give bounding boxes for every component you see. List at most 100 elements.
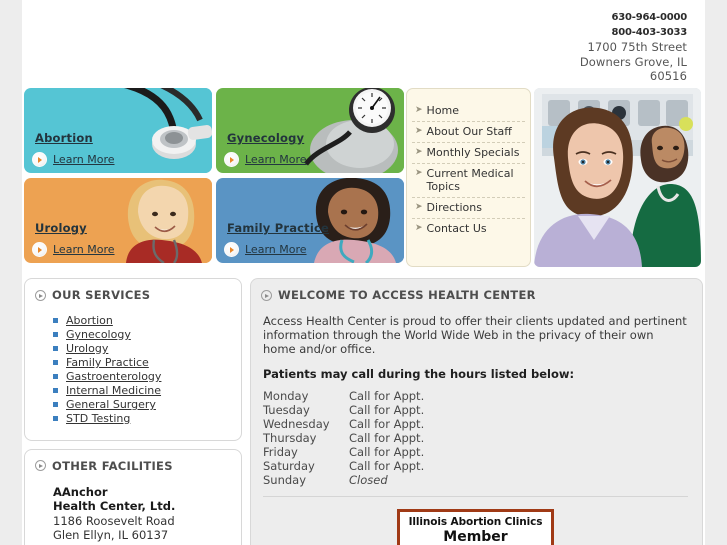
promo-title-urology[interactable]: Urology xyxy=(35,221,87,235)
service-link-urology[interactable]: Urology xyxy=(66,342,108,355)
welcome-paragraph: Access Health Center is proud to offer t… xyxy=(263,314,687,356)
arrow-right-icon xyxy=(32,242,47,257)
table-row: Thursday Call for Appt. xyxy=(263,431,688,446)
list-item: Family Practice xyxy=(53,356,241,370)
arrow-right-icon xyxy=(32,152,47,167)
facility-name-line2: Health Center, Ltd. xyxy=(53,499,176,513)
circled-arrow-icon xyxy=(261,289,272,301)
nav-item-home[interactable]: ➤ Home xyxy=(412,101,525,122)
promo-learn-more-family-practice[interactable]: Learn More xyxy=(224,242,307,257)
header-address-line2: Downers Grove, IL xyxy=(579,54,687,69)
hours-day-monday: Monday xyxy=(263,389,309,403)
promo-learn-more-label-abortion: Learn More xyxy=(53,153,115,166)
stethoscope-photo xyxy=(108,88,212,173)
nav-item-label-about-our-staff: About Our Staff xyxy=(426,125,512,138)
nav-item-label-current-medical-topics: Current Medical Topics xyxy=(426,167,514,193)
promo-learn-more-label-gynecology: Learn More xyxy=(245,153,307,166)
hours-day-saturday: Saturday xyxy=(263,459,315,473)
welcome-body: Access Health Center is proud to offer t… xyxy=(251,314,702,545)
left-sidebar: OUR SERVICES Abortion Gynecology Urology… xyxy=(24,278,242,545)
arrow-right-icon xyxy=(224,242,239,257)
promo-learn-more-label-urology: Learn More xyxy=(53,243,115,256)
table-row: Saturday Call for Appt. xyxy=(263,459,688,474)
promo-card-abortion[interactable]: Abortion Learn More xyxy=(24,88,212,173)
hours-value-wednesday: Call for Appt. xyxy=(349,417,425,431)
arrow-right-icon: ➤ xyxy=(415,223,423,233)
promo-learn-more-gynecology[interactable]: Learn More xyxy=(224,152,307,167)
service-link-general-surgery[interactable]: General Surgery xyxy=(66,398,156,411)
service-link-gastroenterology[interactable]: Gastroenterology xyxy=(66,370,161,383)
services-list: Abortion Gynecology Urology Family Pract… xyxy=(25,314,241,426)
service-link-family-practice[interactable]: Family Practice xyxy=(66,356,149,369)
table-row: Wednesday Call for Appt. xyxy=(263,417,688,432)
promo-title-gynecology[interactable]: Gynecology xyxy=(227,131,304,145)
our-services-panel: OUR SERVICES Abortion Gynecology Urology… xyxy=(24,278,242,441)
nav-item-label-contact-us: Contact Us xyxy=(426,222,487,235)
site-header: 630-964-0000 800-403-3033 1700 75th Stre… xyxy=(22,0,705,85)
lower-section: OUR SERVICES Abortion Gynecology Urology… xyxy=(22,270,705,545)
member-badge-line2: Member xyxy=(443,529,508,545)
hours-day-friday: Friday xyxy=(263,445,298,459)
promo-title-abortion[interactable]: Abortion xyxy=(35,131,93,145)
hours-day-thursday: Thursday xyxy=(263,431,317,445)
list-item: Urology xyxy=(53,342,241,356)
hours-value-sunday: Closed xyxy=(349,473,388,487)
hours-heading: Patients may call during the hours liste… xyxy=(263,367,575,381)
promo-card-gynecology[interactable]: Gynecology Learn More xyxy=(216,88,404,173)
nav-item-label-home: Home xyxy=(426,104,460,117)
arrow-right-icon xyxy=(224,152,239,167)
facility-address-line1: 1186 Roosevelt Road xyxy=(53,513,175,528)
list-item: General Surgery xyxy=(53,398,241,412)
header-address-line1: 1700 75th Street xyxy=(587,40,687,54)
hours-value-thursday: Call for Appt. xyxy=(349,431,425,445)
promo-title-family-practice[interactable]: Family Practice xyxy=(227,221,329,235)
our-services-title: OUR SERVICES xyxy=(52,288,151,302)
list-item: STD Testing xyxy=(53,412,241,426)
site-container: 630-964-0000 800-403-3033 1700 75th Stre… xyxy=(22,0,705,545)
promo-card-urology[interactable]: Urology Learn More xyxy=(24,178,212,263)
promo-learn-more-urology[interactable]: Learn More xyxy=(32,242,115,257)
promo-learn-more-abortion[interactable]: Learn More xyxy=(32,152,115,167)
hours-day-tuesday: Tuesday xyxy=(263,403,310,417)
service-link-abortion[interactable]: Abortion xyxy=(66,314,113,327)
arrow-right-icon: ➤ xyxy=(415,147,423,157)
hero-section: Abortion Learn More Gynecology Learn Mor… xyxy=(22,85,705,270)
welcome-header: WELCOME TO ACCESS HEALTH CENTER xyxy=(251,279,702,310)
member-badge: Illinois Abortion Clinics Member xyxy=(396,509,555,545)
blood-pressure-gauge-photo xyxy=(300,88,404,173)
two-female-medical-staff-photo xyxy=(534,88,701,267)
service-link-gynecology[interactable]: Gynecology xyxy=(66,328,131,341)
our-services-header: OUR SERVICES xyxy=(25,279,241,310)
hours-value-monday: Call for Appt. xyxy=(349,389,425,403)
arrow-right-icon: ➤ xyxy=(415,168,423,178)
facility-address-line2: Glen Ellyn, IL 60137 xyxy=(53,528,169,542)
table-row: Monday Call for Appt. xyxy=(263,389,688,404)
arrow-right-icon: ➤ xyxy=(415,105,423,115)
header-phone-primary: 630-964-0000 xyxy=(611,12,688,23)
table-row: Sunday Closed xyxy=(263,473,688,488)
table-row: Friday Call for Appt. xyxy=(263,445,688,460)
facility-name-line1: AAnchor xyxy=(53,484,108,499)
nav-item-label-directions: Directions xyxy=(426,201,482,214)
nav-item-directions[interactable]: ➤ Directions xyxy=(412,198,525,219)
main-navigation: ➤ Home ➤ About Our Staff ➤ Monthly Speci… xyxy=(406,88,531,267)
hours-value-tuesday: Call for Appt. xyxy=(349,403,425,417)
member-badge-line1: Illinois Abortion Clinics xyxy=(408,516,543,528)
circled-arrow-icon xyxy=(35,289,46,301)
hours-value-friday: Call for Appt. xyxy=(349,445,425,459)
service-link-internal-medicine[interactable]: Internal Medicine xyxy=(66,384,161,397)
nav-item-about-our-staff[interactable]: ➤ About Our Staff xyxy=(412,122,525,143)
list-item: Gastroenterology xyxy=(53,370,241,384)
nav-item-contact-us[interactable]: ➤ Contact Us xyxy=(412,219,525,239)
table-row: Tuesday Call for Appt. xyxy=(263,403,688,418)
arrow-right-icon: ➤ xyxy=(415,126,423,136)
hours-day-sunday: Sunday xyxy=(263,473,307,487)
promo-learn-more-label-family-practice: Learn More xyxy=(245,243,307,256)
welcome-panel: WELCOME TO ACCESS HEALTH CENTER Access H… xyxy=(250,278,703,545)
nav-item-monthly-specials[interactable]: ➤ Monthly Specials xyxy=(412,143,525,164)
circled-arrow-icon xyxy=(35,460,46,471)
nav-item-current-medical-topics[interactable]: ➤ Current Medical Topics xyxy=(412,164,525,198)
promo-card-family-practice[interactable]: Family Practice Learn More xyxy=(216,178,404,263)
service-link-std-testing[interactable]: STD Testing xyxy=(66,412,130,425)
list-item: Gynecology xyxy=(53,328,241,342)
